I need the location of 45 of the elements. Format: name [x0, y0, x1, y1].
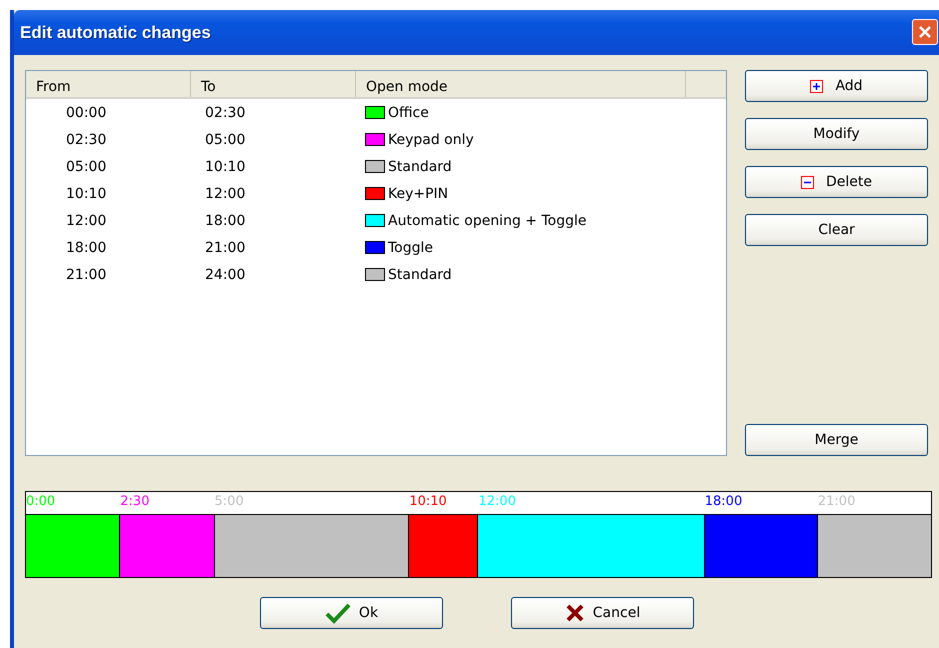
action-button[interactable]: Clear	[745, 214, 928, 246]
table-cell: Standard	[388, 158, 452, 174]
checkmark-icon	[324, 602, 351, 624]
delete-button[interactable]: Delete	[745, 166, 928, 198]
column-header[interactable]: From	[26, 71, 191, 97]
table-cell: Office	[388, 104, 429, 120]
close-button[interactable]	[912, 19, 938, 45]
table-cell-text: 10:10	[204, 158, 246, 174]
table-cell-text: 00:00	[65, 104, 108, 120]
column-header[interactable]: To	[191, 71, 356, 97]
column-header[interactable]: Open mode	[356, 71, 686, 97]
plus-icon	[810, 80, 824, 92]
table-cell: Keypad only	[388, 132, 474, 148]
table-cell-text: 21:00	[204, 240, 246, 256]
time-label: 5:00	[214, 494, 244, 509]
table-cell: Toggle	[388, 240, 434, 256]
table-cell-text: 24:00	[204, 266, 246, 282]
time-label: 21:00	[818, 494, 856, 509]
ok-button[interactable]: Ok	[260, 597, 443, 629]
table-cell: Automatic opening + Toggle	[388, 212, 586, 228]
add-button[interactable]: Add	[745, 70, 928, 102]
table-cell-text: 05:00	[65, 158, 108, 174]
table-cell-text: 18:00	[65, 240, 108, 256]
table-cell-text: 05:00	[204, 132, 246, 148]
table-cell-text: 12:00	[65, 212, 108, 228]
time-label: 0:00	[26, 494, 56, 509]
window-title: Edit automatic changes	[20, 22, 211, 42]
time-label: 18:00	[704, 494, 742, 509]
table-cell-text: 21:00	[65, 266, 108, 282]
table-cell-text: 18:00	[204, 212, 246, 228]
table-cell-text: 12:00	[204, 186, 246, 202]
time-label: 10:10	[409, 494, 447, 509]
table-cell-text: 10:10	[65, 186, 108, 202]
cancel-button[interactable]: Cancel	[511, 597, 694, 629]
table-cell: Standard	[388, 266, 452, 282]
time-label: 2:30	[120, 494, 150, 509]
table-cell: Key+PIN	[388, 186, 448, 202]
merge-button[interactable]: Merge	[745, 424, 928, 456]
cross-icon	[564, 603, 585, 623]
table-cell-text: 02:30	[204, 104, 246, 120]
close-icon	[917, 24, 933, 40]
minus-icon	[801, 176, 814, 188]
time-label: 12:00	[478, 494, 516, 509]
table-cell-text: 02:30	[65, 132, 108, 148]
action-button[interactable]: Modify	[745, 118, 928, 150]
